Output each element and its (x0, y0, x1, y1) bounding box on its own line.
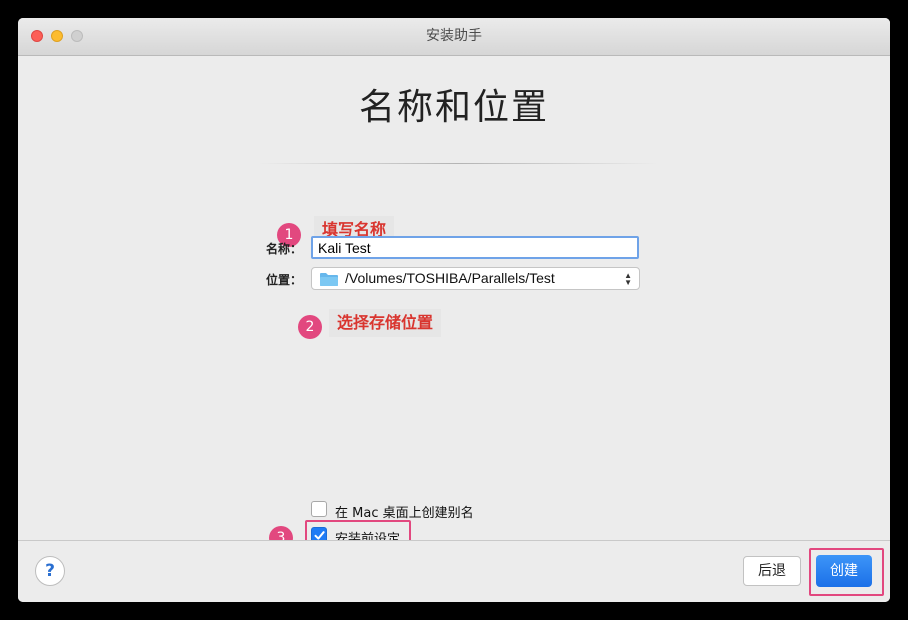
location-value: /Volumes/TOSHIBA/Parallels/Test (345, 270, 555, 286)
title-bar: 安装助手 (18, 18, 890, 56)
updown-arrows-icon: ▲ ▼ (624, 271, 632, 287)
installer-window: 安装助手 名称和位置 1 填写名称 名称： 位置： /Volumes/TOSHI… (18, 18, 890, 602)
annotation-badge-2: 2 (298, 315, 322, 339)
main-content: 名称和位置 1 填写名称 名称： 位置： /Volumes/TOSHIBA/Pa… (18, 56, 890, 550)
annotation-select-location: 选择存储位置 (329, 309, 442, 337)
desktop-alias-checkbox[interactable] (311, 501, 327, 517)
name-label: 名称： (266, 242, 303, 256)
location-select[interactable]: /Volumes/TOSHIBA/Parallels/Test ▲ ▼ (311, 267, 640, 290)
location-label: 位置： (266, 273, 303, 287)
name-input[interactable] (311, 236, 639, 259)
window-title: 安装助手 (426, 28, 482, 44)
footer-bar: ? 后退 创建 (18, 540, 890, 602)
desktop-alias-label: 在 Mac 桌面上创建别名 (335, 506, 474, 521)
create-button[interactable]: 创建 (816, 555, 872, 587)
title-divider (258, 163, 658, 164)
help-button[interactable]: ? (35, 556, 65, 586)
page-title: 名称和位置 (358, 87, 549, 128)
folder-icon (320, 273, 338, 286)
back-button[interactable]: 后退 (743, 556, 801, 586)
